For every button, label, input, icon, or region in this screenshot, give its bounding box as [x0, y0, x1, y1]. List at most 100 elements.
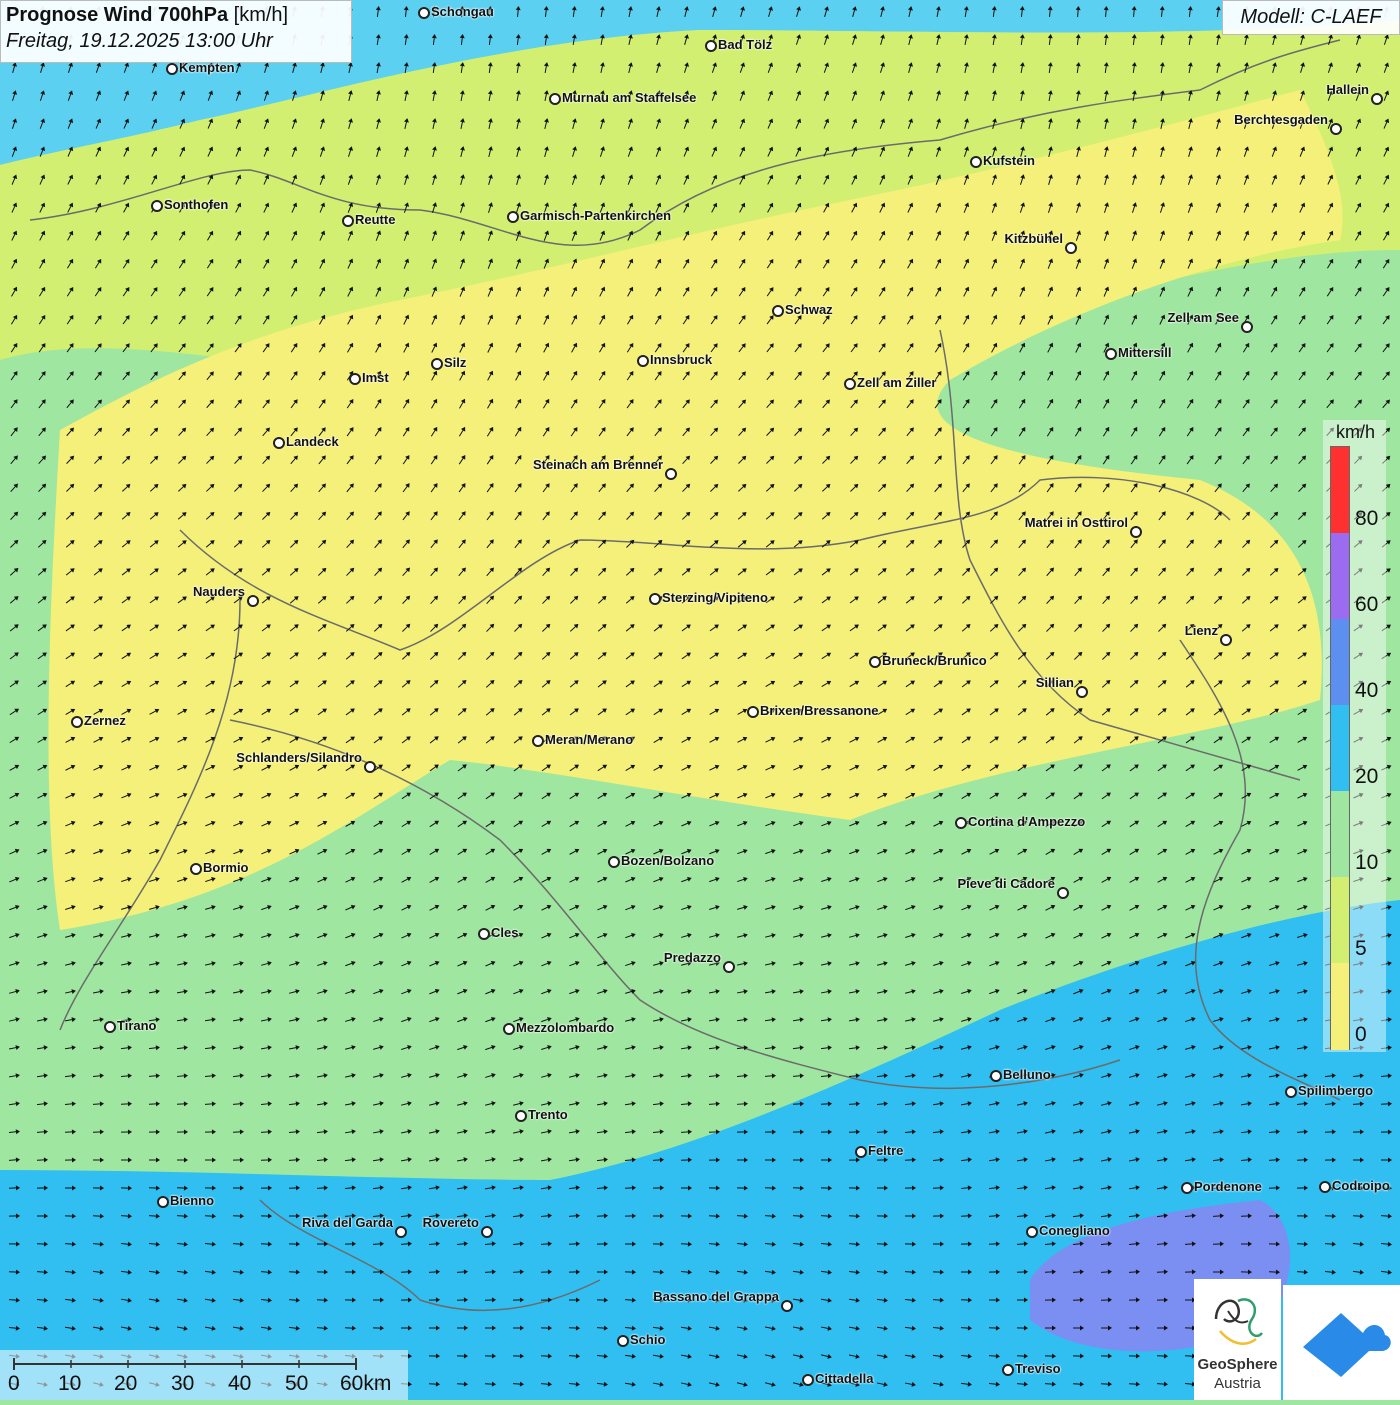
city-marker-icon — [364, 761, 376, 773]
city-marker-icon — [1026, 1226, 1038, 1238]
geosphere-emblem-icon — [1194, 1281, 1281, 1356]
city-label: Schio — [630, 1332, 665, 1347]
legend-color-segment — [1331, 619, 1349, 706]
city-label: Pieve di Cadore — [957, 876, 1055, 891]
city-label: Brixen/Bressanone — [760, 703, 879, 718]
city-label: Belluno — [1003, 1067, 1051, 1082]
map-title: Prognose Wind 700hPa [km/h] — [6, 4, 346, 27]
logo-text-geosphere: GeoSphere — [1194, 1356, 1281, 1373]
city-marker-icon — [104, 1021, 116, 1033]
city-marker-icon — [532, 735, 544, 747]
city-marker-icon — [747, 706, 759, 718]
city-label: Silz — [444, 355, 466, 370]
city-label: Kitzbühel — [1005, 231, 1064, 246]
map-title-box: Prognose Wind 700hPa [km/h] Freitag, 19.… — [0, 0, 352, 63]
scale-label: 10 — [58, 1372, 81, 1396]
legend-color-segment — [1331, 963, 1349, 1050]
city-marker-icon — [71, 716, 83, 728]
city-label: Codroipo — [1332, 1178, 1390, 1193]
city-marker-icon — [723, 961, 735, 973]
weather-app-logo — [1283, 1285, 1400, 1400]
geosphere-logo: GeoSphere Austria — [1194, 1279, 1281, 1400]
city-label: Conegliano — [1039, 1223, 1110, 1238]
map-title-bold: Prognose Wind 700hPa — [6, 4, 228, 26]
city-label: Garmisch-Partenkirchen — [520, 208, 671, 223]
legend-unit: km/h — [1336, 422, 1375, 443]
scale-label: 20 — [114, 1372, 137, 1396]
city-marker-icon — [1065, 242, 1077, 254]
city-marker-icon — [507, 211, 519, 223]
scale-label: 60km — [340, 1372, 391, 1396]
city-label: Treviso — [1015, 1361, 1061, 1376]
city-marker-icon — [665, 468, 677, 480]
city-marker-icon — [649, 593, 661, 605]
city-marker-icon — [1330, 123, 1342, 135]
city-marker-icon — [1105, 348, 1117, 360]
city-label: Mezzolombardo — [516, 1020, 614, 1035]
city-marker-icon — [503, 1023, 515, 1035]
city-label: Schlanders/Silandro — [236, 750, 362, 765]
city-marker-icon — [1285, 1086, 1297, 1098]
city-marker-icon — [1002, 1364, 1014, 1376]
legend-color-segment — [1331, 447, 1349, 534]
city-label: Bormio — [203, 860, 249, 875]
city-marker-icon — [855, 1146, 867, 1158]
city-marker-icon — [478, 928, 490, 940]
city-label: Spilimbergo — [1298, 1083, 1373, 1098]
city-marker-icon — [1220, 634, 1232, 646]
city-label: Kufstein — [983, 153, 1035, 168]
city-label: Riva del Garda — [302, 1215, 393, 1230]
city-label: Innsbruck — [650, 352, 712, 367]
city-label: Tirano — [117, 1018, 157, 1033]
city-marker-icon — [1241, 321, 1253, 333]
city-label: Zernez — [84, 713, 126, 728]
city-marker-icon — [166, 63, 178, 75]
legend-color-segment — [1331, 533, 1349, 620]
city-label: Sterzing/Vipiteno — [662, 590, 768, 605]
scale-label: 0 — [8, 1372, 20, 1396]
legend-color-bar — [1330, 446, 1350, 1050]
city-label: Sonthofen — [164, 197, 228, 212]
map-title-unit: [km/h] — [228, 4, 288, 26]
logo-text-austria: Austria — [1194, 1375, 1281, 1392]
city-marker-icon — [1130, 526, 1142, 538]
city-label: Nauders — [193, 584, 245, 599]
city-marker-icon — [515, 1110, 527, 1122]
city-marker-icon — [1371, 93, 1383, 105]
legend-label: 40 — [1355, 679, 1378, 703]
city-label: Zell am See — [1167, 310, 1239, 325]
city-marker-icon — [802, 1374, 814, 1386]
city-marker-icon — [637, 355, 649, 367]
city-label: Bad Tölz — [718, 37, 772, 52]
city-marker-icon — [1076, 686, 1088, 698]
city-marker-icon — [990, 1070, 1002, 1082]
city-label: Bassano del Grappa — [653, 1289, 779, 1304]
city-label: Bienno — [170, 1193, 214, 1208]
legend-label: 80 — [1355, 507, 1378, 531]
city-marker-icon — [844, 378, 856, 390]
legend-label: 20 — [1355, 765, 1378, 789]
city-marker-icon — [273, 437, 285, 449]
city-marker-icon — [247, 595, 259, 607]
legend-label: 5 — [1355, 937, 1367, 961]
city-marker-icon — [970, 156, 982, 168]
city-label: Matrei in Osttirol — [1025, 515, 1128, 530]
legend-color-segment — [1331, 791, 1349, 878]
city-label: Cittadella — [815, 1371, 874, 1386]
city-label: Predazzo — [664, 950, 721, 965]
city-label: Bruneck/Brunico — [882, 653, 987, 668]
forecast-datetime: Freitag, 19.12.2025 13:00 Uhr — [6, 30, 346, 53]
legend-color-segment — [1331, 877, 1349, 964]
scale-label: 30 — [171, 1372, 194, 1396]
city-marker-icon — [157, 1196, 169, 1208]
city-marker-icon — [549, 93, 561, 105]
color-legend: km/h 806040201050 — [1323, 420, 1386, 1052]
city-marker-icon — [349, 373, 361, 385]
cloud-logo-icon — [1283, 1285, 1400, 1400]
city-label: Steinach am Brenner — [533, 457, 663, 472]
city-marker-icon — [1181, 1182, 1193, 1194]
city-label: Trento — [528, 1107, 568, 1122]
city-marker-icon — [431, 358, 443, 370]
city-label: Mittersill — [1118, 345, 1171, 360]
city-marker-icon — [342, 215, 354, 227]
